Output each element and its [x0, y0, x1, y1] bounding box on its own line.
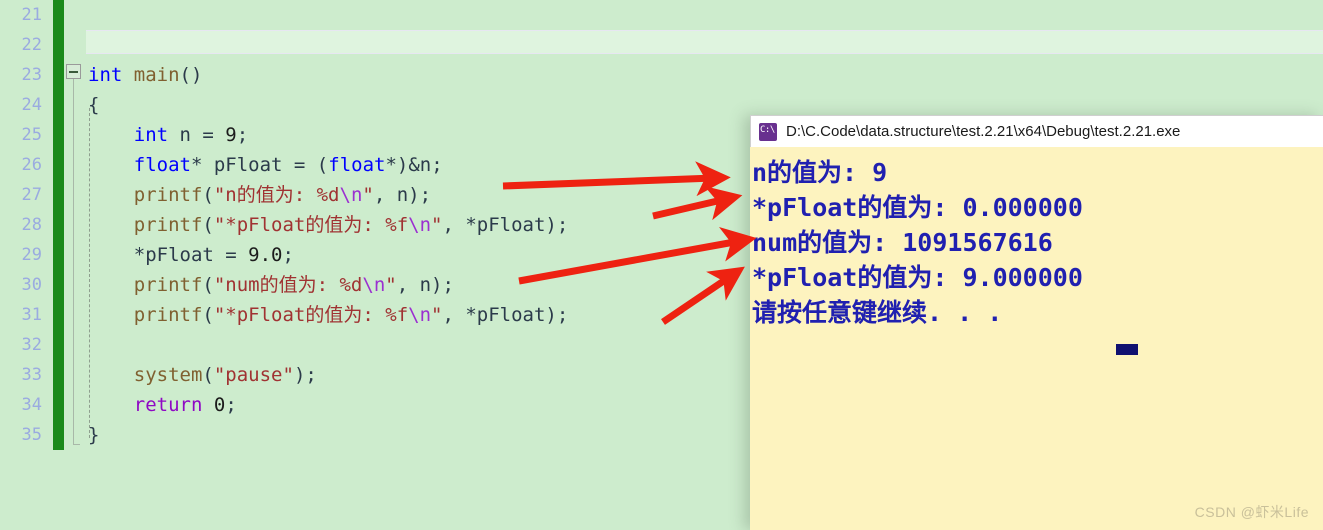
code-token-function: printf: [133, 274, 203, 296]
line-number: 22: [21, 35, 42, 55]
code-line-24: {: [88, 94, 100, 116]
code-token-escape: \n: [408, 214, 432, 236]
code-token-function: system: [133, 364, 203, 386]
code-token-string: "*pFloat的值为: %f: [213, 214, 409, 236]
line-number: 28: [21, 215, 42, 235]
line-number: 30: [21, 275, 42, 295]
fold-region-line: [73, 79, 74, 445]
screenshot-root: 21 22 23 24 25 26 27 28 29 30 31 32 33 3…: [0, 0, 1323, 530]
code-line-25: int n = 9;: [133, 124, 249, 146]
code-line-33: system("pause");: [133, 364, 317, 386]
code-line-27: printf("n的值为: %d\n", n);: [133, 184, 432, 206]
line-number: 23: [21, 65, 42, 85]
code-line-35: }: [88, 424, 100, 446]
line-number: 29: [21, 245, 42, 265]
current-line-highlight: [86, 30, 1323, 54]
console-output-area[interactable]: n的值为: 9 *pFloat的值为: 0.000000 num的值为: 109…: [750, 147, 1323, 530]
fold-collapse-icon[interactable]: [66, 64, 81, 79]
code-token-function: main: [133, 64, 180, 86]
line-number-gutter: 21 22 23 24 25 26 27 28 29 30 31 32 33 3…: [0, 0, 52, 530]
fold-region-line-end: [73, 444, 80, 445]
code-token-function: printf: [133, 304, 203, 326]
console-output-line: n的值为: 9: [752, 158, 888, 187]
line-number: 26: [21, 155, 42, 175]
code-line-28: printf("*pFloat的值为: %f\n", *pFloat);: [133, 214, 569, 236]
line-number: 25: [21, 125, 42, 145]
code-line-29: *pFloat = 9.0;: [88, 244, 294, 266]
code-token-escape: \n: [408, 304, 432, 326]
console-output-line: num的值为: 1091567616: [752, 228, 1053, 257]
code-token-function: printf: [133, 184, 203, 206]
unsaved-changes-bar: [53, 0, 64, 450]
console-title-text: D:\C.Code\data.structure\test.2.21\x64\D…: [786, 123, 1181, 140]
line-number: 35: [21, 425, 42, 445]
console-app-icon: [759, 122, 777, 141]
line-number: 34: [21, 395, 42, 415]
code-line-23: int main(): [88, 64, 203, 86]
code-token-keyword: float: [133, 154, 191, 176]
code-token-string: "num的值为: %d: [213, 274, 363, 296]
code-token-string: "pause": [213, 364, 294, 386]
code-token-keyword: return: [133, 394, 203, 416]
console-output-line: 请按任意键继续. . .: [752, 298, 1003, 327]
code-line-31: printf("*pFloat的值为: %f\n", *pFloat);: [133, 304, 569, 326]
line-number: 32: [21, 335, 42, 355]
code-token-string: "*pFloat的值为: %f: [213, 304, 409, 326]
code-token-function: printf: [133, 214, 203, 236]
line-number: 33: [21, 365, 42, 385]
console-output-line: *pFloat的值为: 0.000000: [752, 193, 1083, 222]
line-number: 21: [21, 5, 42, 25]
console-cursor: [1116, 344, 1138, 355]
line-number: 27: [21, 185, 42, 205]
code-token-string: "n的值为: %d: [213, 184, 340, 206]
code-token-escape: \n: [339, 184, 363, 206]
code-line-26: float* pFloat = (float*)&n;: [133, 154, 443, 176]
code-line-30: printf("num的值为: %d\n", n);: [133, 274, 454, 296]
console-output-line: *pFloat的值为: 9.000000: [752, 263, 1083, 292]
code-token-keyword: int: [88, 64, 123, 86]
line-number: 24: [21, 95, 42, 115]
code-line-34: return 0;: [133, 394, 237, 416]
csdn-watermark: CSDN @虾米Life: [1194, 504, 1309, 520]
code-token-escape: \n: [362, 274, 386, 296]
console-titlebar[interactable]: D:\C.Code\data.structure\test.2.21\x64\D…: [750, 115, 1323, 147]
console-window[interactable]: D:\C.Code\data.structure\test.2.21\x64\D…: [750, 115, 1323, 530]
line-number: 31: [21, 305, 42, 325]
code-token-keyword: int: [133, 124, 169, 146]
